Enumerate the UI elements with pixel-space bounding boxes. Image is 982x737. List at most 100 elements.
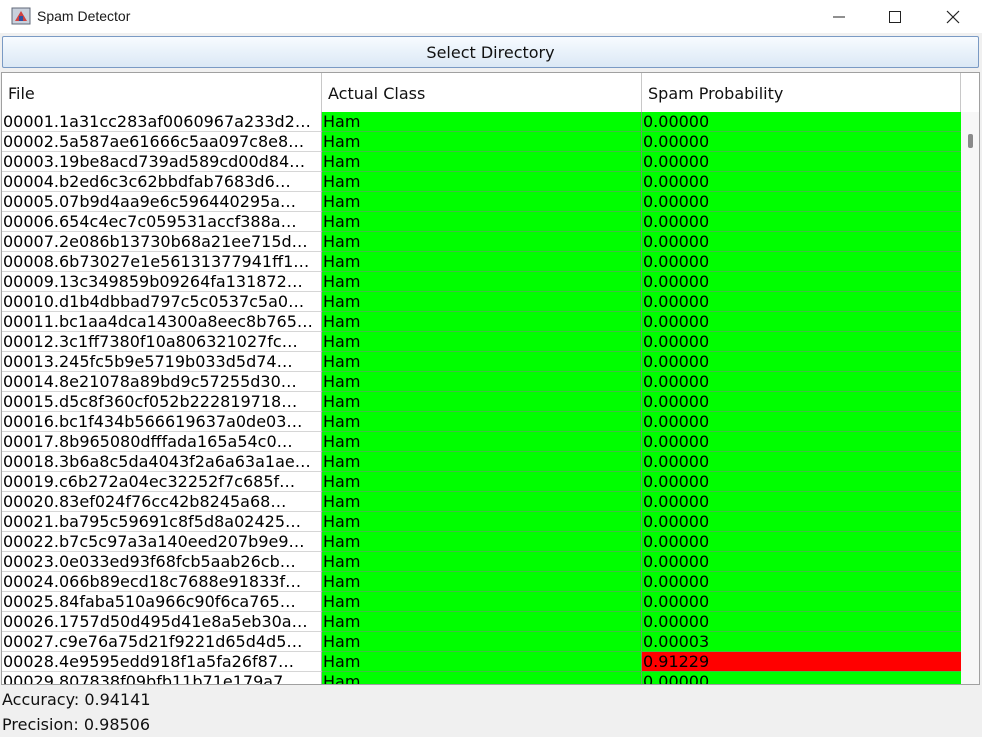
spam-probability-cell[interactable]: 0.00000	[642, 452, 961, 472]
file-cell[interactable]: 00002.5a587ae61666c5aa097c8e8…	[2, 132, 322, 152]
table-row[interactable]: 00007.2e086b13730b68a21ee715d… Ham 0.00000	[2, 232, 961, 252]
table-row[interactable]: 00001.1a31cc283af0060967a233d2… Ham 0.0000…	[2, 112, 961, 132]
table-row[interactable]: 00017.8b965080dfffada165a54c0… Ham 0.00000	[2, 432, 961, 452]
actual-class-cell[interactable]: Ham	[322, 452, 642, 472]
spam-probability-cell[interactable]: 0.00000	[642, 512, 961, 532]
table-row[interactable]: 00015.d5c8f360cf052b222819718… Ham 0.00000	[2, 392, 961, 412]
table-row[interactable]: 00022.b7c5c97a3a140eed207b9e9… Ham 0.00000	[2, 532, 961, 552]
file-cell[interactable]: 00026.1757d50d495d41e8a5eb30a…	[2, 612, 322, 632]
file-cell[interactable]: 00012.3c1ff7380f10a806321027fc…	[2, 332, 322, 352]
file-cell[interactable]: 00019.c6b272a04ec32252f7c685f…	[2, 472, 322, 492]
file-cell[interactable]: 00020.83ef024f76cc42b8245a68…	[2, 492, 322, 512]
spam-probability-cell[interactable]: 0.00000	[642, 552, 961, 572]
file-cell[interactable]: 00015.d5c8f360cf052b222819718…	[2, 392, 322, 412]
spam-probability-cell[interactable]: 0.00000	[642, 472, 961, 492]
column-header-actual-class[interactable]: Actual Class	[322, 73, 642, 112]
table-row[interactable]: 00026.1757d50d495d41e8a5eb30a… Ham 0.00000	[2, 612, 961, 632]
table-row[interactable]: 00004.b2ed6c3c62bbdfab7683d6… Ham 0.00000	[2, 172, 961, 192]
close-button[interactable]	[925, 0, 981, 33]
actual-class-cell[interactable]: Ham	[322, 652, 642, 672]
actual-class-cell[interactable]: Ham	[322, 552, 642, 572]
actual-class-cell[interactable]: Ham	[322, 172, 642, 192]
minimize-button[interactable]	[811, 0, 867, 33]
spam-probability-cell[interactable]: 0.00000	[642, 292, 961, 312]
file-cell[interactable]: 00023.0e033ed93f68fcb5aab26cb…	[2, 552, 322, 572]
actual-class-cell[interactable]: Ham	[322, 272, 642, 292]
table-row[interactable]: 00020.83ef024f76cc42b8245a68… Ham 0.00000	[2, 492, 961, 512]
file-cell[interactable]: 00008.6b73027e1e56131377941ff1…	[2, 252, 322, 272]
spam-probability-cell[interactable]: 0.00003	[642, 632, 961, 652]
file-cell[interactable]: 00005.07b9d4aa9e6c596440295a…	[2, 192, 322, 212]
table-row[interactable]: 00019.c6b272a04ec32252f7c685f… Ham 0.00000	[2, 472, 961, 492]
file-cell[interactable]: 00011.bc1aa4dca14300a8eec8b765…	[2, 312, 322, 332]
file-cell[interactable]: 00029.807838f09bfb11b71e179a7…	[2, 672, 322, 684]
scrollbar-thumb[interactable]	[968, 134, 973, 148]
maximize-button[interactable]	[867, 0, 923, 33]
file-cell[interactable]: 00021.ba795c59691c8f5d8a02425…	[2, 512, 322, 532]
spam-probability-cell[interactable]: 0.91229	[642, 652, 961, 672]
actual-class-cell[interactable]: Ham	[322, 232, 642, 252]
table-row[interactable]: 00010.d1b4dbbad797c5c0537c5a0… Ham 0.00000	[2, 292, 961, 312]
file-cell[interactable]: 00006.654c4ec7c059531accf388a…	[2, 212, 322, 232]
spam-probability-cell[interactable]: 0.00000	[642, 132, 961, 152]
spam-probability-cell[interactable]: 0.00000	[642, 492, 961, 512]
table-row[interactable]: 00008.6b73027e1e56131377941ff1… Ham 0.0000…	[2, 252, 961, 272]
spam-probability-cell[interactable]: 0.00000	[642, 412, 961, 432]
spam-probability-cell[interactable]: 0.00000	[642, 592, 961, 612]
spam-probability-cell[interactable]: 0.00000	[642, 332, 961, 352]
spam-probability-cell[interactable]: 0.00000	[642, 112, 961, 132]
table-row[interactable]: 00023.0e033ed93f68fcb5aab26cb… Ham 0.00000	[2, 552, 961, 572]
actual-class-cell[interactable]: Ham	[322, 112, 642, 132]
file-cell[interactable]: 00028.4e9595edd918f1a5fa26f87…	[2, 652, 322, 672]
actual-class-cell[interactable]: Ham	[322, 412, 642, 432]
table-row[interactable]: 00024.066b89ecd18c7688e91833f… Ham 0.00000	[2, 572, 961, 592]
file-cell[interactable]: 00004.b2ed6c3c62bbdfab7683d6…	[2, 172, 322, 192]
file-cell[interactable]: 00009.13c349859b09264fa131872…	[2, 272, 322, 292]
file-cell[interactable]: 00025.84faba510a966c90f6ca765…	[2, 592, 322, 612]
file-cell[interactable]: 00018.3b6a8c5da4043f2a6a63a1ae…	[2, 452, 322, 472]
table-row[interactable]: 00028.4e9595edd918f1a5fa26f87… Ham 0.91229	[2, 652, 961, 672]
file-cell[interactable]: 00014.8e21078a89bd9c57255d30…	[2, 372, 322, 392]
table-row[interactable]: 00009.13c349859b09264fa131872… Ham 0.00000	[2, 272, 961, 292]
file-cell[interactable]: 00022.b7c5c97a3a140eed207b9e9…	[2, 532, 322, 552]
actual-class-cell[interactable]: Ham	[322, 492, 642, 512]
file-cell[interactable]: 00013.245fc5b9e5719b033d5d74…	[2, 352, 322, 372]
file-cell[interactable]: 00016.bc1f434b566619637a0de03…	[2, 412, 322, 432]
actual-class-cell[interactable]: Ham	[322, 672, 642, 684]
file-cell[interactable]: 00001.1a31cc283af0060967a233d2…	[2, 112, 322, 132]
actual-class-cell[interactable]: Ham	[322, 372, 642, 392]
table-row[interactable]: 00003.19be8acd739ad589cd00d84… Ham 0.00000	[2, 152, 961, 172]
spam-probability-cell[interactable]: 0.00000	[642, 672, 961, 684]
file-cell[interactable]: 00024.066b89ecd18c7688e91833f…	[2, 572, 322, 592]
spam-probability-cell[interactable]: 0.00000	[642, 572, 961, 592]
spam-probability-cell[interactable]: 0.00000	[642, 212, 961, 232]
spam-probability-cell[interactable]: 0.00000	[642, 372, 961, 392]
actual-class-cell[interactable]: Ham	[322, 472, 642, 492]
spam-probability-cell[interactable]: 0.00000	[642, 432, 961, 452]
spam-probability-cell[interactable]: 0.00000	[642, 352, 961, 372]
file-cell[interactable]: 00007.2e086b13730b68a21ee715d…	[2, 232, 322, 252]
table-row[interactable]: 00012.3c1ff7380f10a806321027fc… Ham 0.0000…	[2, 332, 961, 352]
table-row[interactable]: 00002.5a587ae61666c5aa097c8e8… Ham 0.00000	[2, 132, 961, 152]
actual-class-cell[interactable]: Ham	[322, 212, 642, 232]
spam-probability-cell[interactable]: 0.00000	[642, 172, 961, 192]
actual-class-cell[interactable]: Ham	[322, 392, 642, 412]
vertical-scrollbar[interactable]	[961, 112, 979, 684]
actual-class-cell[interactable]: Ham	[322, 352, 642, 372]
table-row[interactable]: 00016.bc1f434b566619637a0de03… Ham 0.00000	[2, 412, 961, 432]
file-cell[interactable]: 00010.d1b4dbbad797c5c0537c5a0…	[2, 292, 322, 312]
table-row[interactable]: 00018.3b6a8c5da4043f2a6a63a1ae… Ham 0.0000…	[2, 452, 961, 472]
file-cell[interactable]: 00027.c9e76a75d21f9221d65d4d5…	[2, 632, 322, 652]
actual-class-cell[interactable]: Ham	[322, 432, 642, 452]
spam-probability-cell[interactable]: 0.00000	[642, 232, 961, 252]
actual-class-cell[interactable]: Ham	[322, 572, 642, 592]
table-row[interactable]: 00013.245fc5b9e5719b033d5d74… Ham 0.00000	[2, 352, 961, 372]
spam-probability-cell[interactable]: 0.00000	[642, 612, 961, 632]
select-directory-button[interactable]: Select Directory	[2, 36, 979, 68]
actual-class-cell[interactable]: Ham	[322, 592, 642, 612]
actual-class-cell[interactable]: Ham	[322, 132, 642, 152]
actual-class-cell[interactable]: Ham	[322, 192, 642, 212]
table-row[interactable]: 00014.8e21078a89bd9c57255d30… Ham 0.00000	[2, 372, 961, 392]
actual-class-cell[interactable]: Ham	[322, 512, 642, 532]
column-header-file[interactable]: File	[2, 73, 322, 112]
